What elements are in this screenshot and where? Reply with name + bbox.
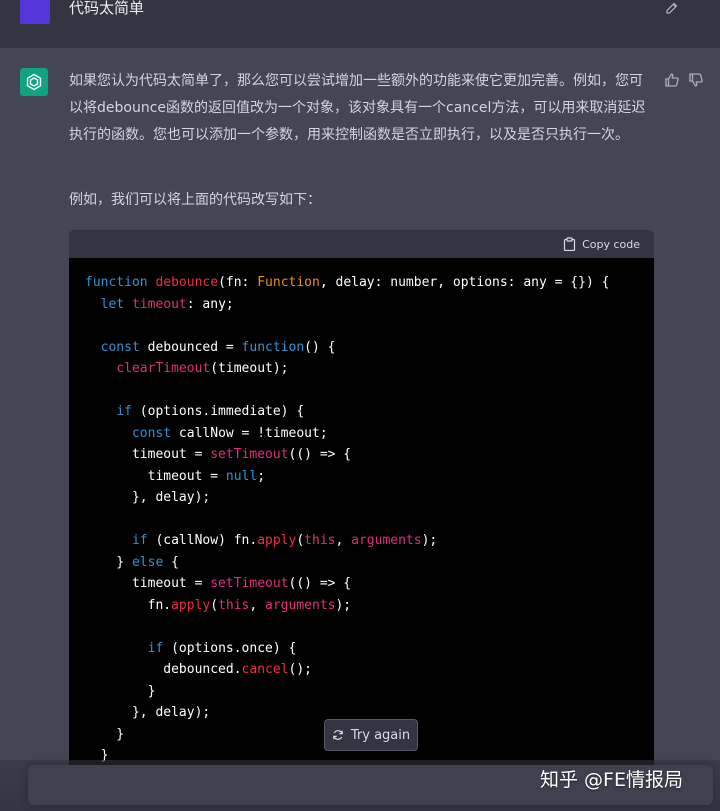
assistant-paragraph-2: 例如，我们可以将上面的代码改写如下： [69, 192, 321, 208]
assistant-paragraph: 如果您认为代码太简单了，那么您可以尝试增加一些额外的功能来使它更加完善。例如，您… [69, 73, 646, 143]
thumbs-down-icon[interactable] [688, 72, 704, 88]
try-again-button[interactable]: Try again [324, 719, 418, 751]
copy-code-button[interactable]: Copy code [563, 237, 640, 251]
watermark: 知乎 @FE情报局 [540, 769, 683, 791]
clipboard-icon [563, 237, 576, 251]
code-header: Copy code [69, 230, 654, 258]
code-block: Copy code function debounce(fn: Function… [69, 230, 654, 790]
try-again-label: Try again [350, 727, 411, 743]
copy-code-label: Copy code [582, 237, 640, 251]
openai-logo-icon [26, 73, 42, 91]
user-message-row: 代码太简单 [0, 0, 720, 48]
thumbs-up-icon[interactable] [664, 72, 680, 88]
user-avatar [20, 0, 50, 24]
user-message-text: 代码太简单 [69, 0, 145, 17]
edit-icon[interactable] [664, 0, 680, 16]
assistant-avatar [20, 68, 48, 96]
refresh-icon [333, 730, 343, 740]
code-content: function debounce(fn: Function, delay: n… [85, 275, 610, 763]
